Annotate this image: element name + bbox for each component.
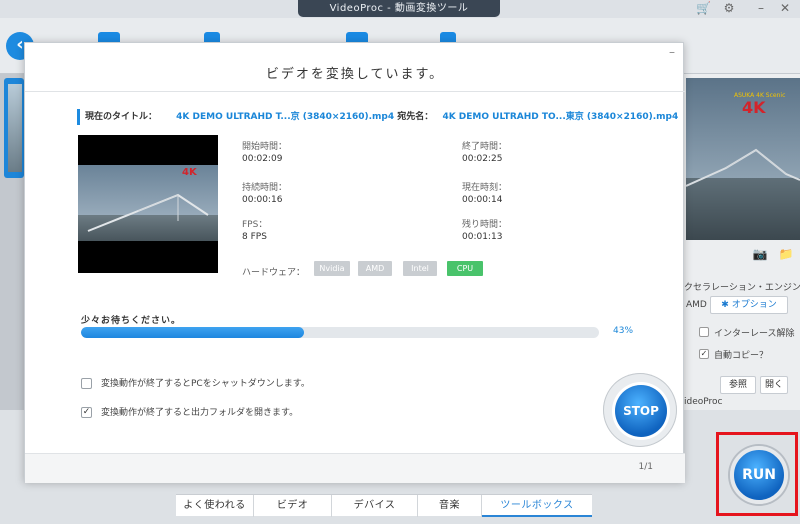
preview-logo: 4K — [742, 98, 766, 117]
duration-value: 00:00:16 — [242, 195, 283, 205]
current-title-label: 現在のタイトル： — [85, 112, 158, 122]
remaining-time-value: 00:01:13 — [462, 232, 503, 242]
output-path-text: ideoProc — [684, 397, 723, 407]
tab-video[interactable]: ビデオ — [254, 495, 332, 517]
open-folder-option[interactable]: ✓ 変換動作が終了すると出力フォルダを開きます。 — [81, 407, 298, 421]
fps-label: FPS： — [242, 220, 268, 230]
video-preview: ASUKA 4K Scenic 4K — [686, 78, 800, 240]
hw-chip-intel: Intel — [403, 261, 437, 276]
amd-label: AMD — [686, 300, 707, 310]
video-thumbnail: 4K — [78, 135, 218, 273]
end-time-value: 00:02:25 — [462, 154, 503, 164]
shutdown-option[interactable]: 変換動作が終了するとPCをシャットダウンします。 — [81, 378, 310, 392]
close-icon[interactable]: ✕ — [778, 1, 792, 15]
thumb-bridge-graphic — [87, 193, 209, 232]
option-button[interactable]: ✱ オプション — [710, 296, 788, 314]
stop-button[interactable]: STOP — [615, 385, 667, 437]
conversion-dialog: – ビデオを変換しています。 現在のタイトル： 4K DEMO ULTRAHD … — [24, 42, 685, 483]
progress-bar — [81, 327, 599, 338]
app-title: VideoProc - 動画変換ツール — [298, 0, 500, 17]
progress-percent: 43% — [613, 326, 634, 336]
dialog-minimize-icon[interactable]: – — [665, 45, 679, 59]
option-gear-icon: ✱ — [721, 300, 729, 310]
browse-button[interactable]: 参照 — [720, 376, 756, 394]
dialog-heading: ビデオを変換しています。 — [265, 67, 445, 82]
duration-label: 持続時間： — [242, 183, 288, 193]
snapshot-camera-icon[interactable]: 📷 — [752, 247, 768, 261]
cart-icon[interactable]: 🛒 — [696, 1, 711, 15]
dest-value: 4K DEMO ULTRAHD TO...東京 (3840×2160).mp4 — [442, 112, 679, 122]
tab-frequent[interactable]: よく使われる — [176, 495, 254, 517]
open-folder-option-label: 変換動作が終了すると出力フォルダを開きます。 — [101, 408, 299, 418]
thumb-logo: 4K — [182, 167, 197, 178]
bridge-graphic — [686, 148, 800, 187]
option-button-label: オプション — [731, 300, 777, 310]
hardware-label: ハードウェア： — [242, 268, 306, 278]
run-button[interactable]: RUN — [730, 446, 788, 504]
progress-fill — [81, 327, 304, 338]
open-folder-icon[interactable]: 📁 — [778, 247, 794, 261]
file-thumbnail-image — [8, 84, 22, 172]
tab-toolbox[interactable]: ツールボックス — [482, 495, 592, 517]
minimize-icon[interactable]: – — [754, 1, 768, 15]
autocopy-label: 自動コピー？ — [714, 351, 769, 361]
current-title-value: 4K DEMO ULTRAHD T...京 (3840×2160).mp4 — [176, 112, 395, 122]
current-time-value: 00:00:14 — [462, 195, 503, 205]
dialog-divider — [25, 91, 685, 92]
deinterlace-checkbox[interactable] — [699, 327, 709, 337]
dest-label: 宛先名： — [397, 112, 434, 122]
start-time-value: 00:02:09 — [242, 154, 283, 164]
engine-label: クセラレーション・エンジン： — [684, 283, 800, 293]
hw-chip-cpu: CPU — [447, 261, 483, 276]
file-title-row: 現在のタイトル： 4K DEMO ULTRAHD T...京 (3840×216… — [77, 109, 678, 125]
open-button[interactable]: 開く — [760, 376, 788, 394]
dialog-footer: 1/1 — [25, 453, 685, 483]
tab-device[interactable]: デバイス — [332, 495, 418, 517]
shutdown-checkbox[interactable] — [81, 378, 92, 389]
start-time-label: 開始時間： — [242, 142, 288, 152]
end-time-label: 終了時間： — [462, 142, 508, 152]
shutdown-option-label: 変換動作が終了するとPCをシャットダウンします。 — [101, 379, 310, 389]
deinterlace-label: インターレース解除 — [714, 329, 795, 339]
tab-bar: よく使われる ビデオ デバイス 音楽 ツールボックス — [176, 494, 592, 517]
fps-value: 8 FPS — [242, 232, 267, 242]
gear-icon[interactable]: ⚙ — [722, 1, 736, 15]
title-bar: VideoProc - 動画変換ツール 🛒 ⚙ – ✕ — [0, 0, 800, 18]
remaining-time-label: 残り時間： — [462, 220, 508, 230]
page-count: 1/1 — [638, 462, 653, 472]
wait-label: 少々お待ちください。 — [81, 316, 182, 326]
autocopy-checkbox[interactable]: ✓ — [699, 349, 709, 359]
hw-chip-amd: AMD — [358, 261, 392, 276]
current-time-label: 現在時刻： — [462, 183, 508, 193]
open-folder-checkbox[interactable]: ✓ — [81, 407, 92, 418]
tab-music[interactable]: 音楽 — [418, 495, 482, 517]
hw-chip-nvidia: Nvidia — [314, 261, 350, 276]
